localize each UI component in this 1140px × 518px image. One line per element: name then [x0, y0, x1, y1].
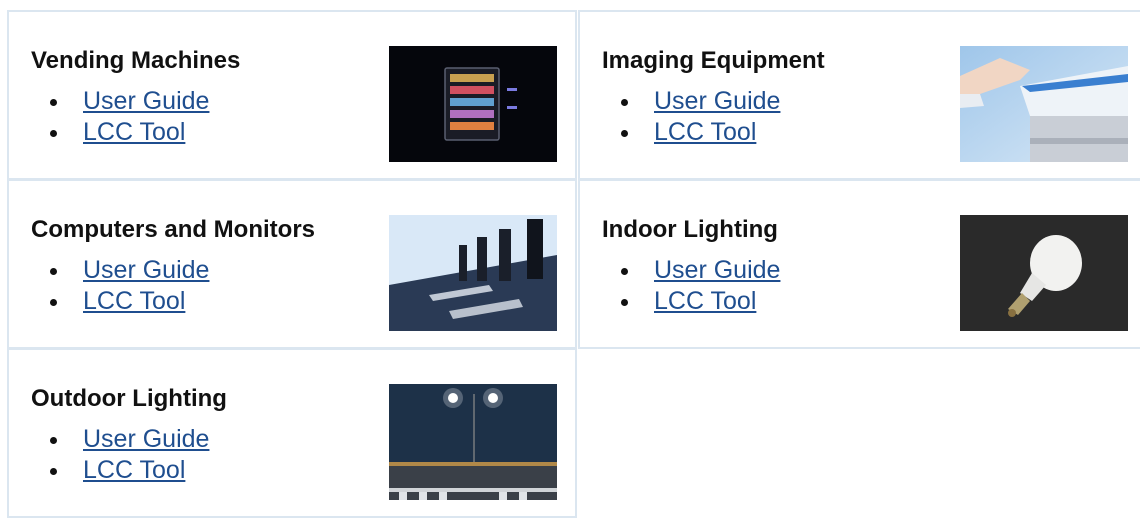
list-item: User Guide: [602, 255, 780, 286]
product-card-computers-and-monitors: Computers and Monitors User Guide LCC To…: [7, 179, 577, 349]
lcc-tool-link[interactable]: LCC Tool: [83, 118, 185, 146]
user-guide-link[interactable]: User Guide: [83, 256, 209, 284]
list-item: User Guide: [31, 424, 209, 455]
list-item: LCC Tool: [602, 117, 780, 148]
user-guide-link[interactable]: User Guide: [654, 256, 780, 284]
card-title: Computers and Monitors: [31, 216, 316, 243]
list-item: LCC Tool: [602, 286, 780, 317]
card-link-list: User Guide LCC Tool: [31, 86, 209, 148]
list-item: LCC Tool: [31, 286, 209, 317]
product-card-outdoor-lighting: Outdoor Lighting User Guide LCC Tool: [7, 348, 577, 518]
light-bulb-photo: [960, 215, 1128, 331]
computers-photo: [389, 215, 557, 331]
user-guide-link[interactable]: User Guide: [654, 87, 780, 115]
lcc-tool-link[interactable]: LCC Tool: [83, 287, 185, 315]
list-item: LCC Tool: [31, 117, 209, 148]
product-card-imaging-equipment: Imaging Equipment User Guide LCC Tool: [578, 10, 1140, 180]
card-title: Outdoor Lighting: [31, 385, 227, 412]
lcc-tool-link[interactable]: LCC Tool: [654, 287, 756, 315]
product-card-vending-machines: Vending Machines User Guide LCC Tool: [7, 10, 577, 180]
vending-machine-photo: [389, 46, 557, 162]
card-link-list: User Guide LCC Tool: [31, 255, 209, 317]
card-link-list: User Guide LCC Tool: [602, 86, 780, 148]
list-item: LCC Tool: [31, 455, 209, 486]
copier-photo: [960, 46, 1128, 162]
list-item: User Guide: [31, 86, 209, 117]
card-title: Indoor Lighting: [602, 216, 778, 243]
list-item: User Guide: [31, 255, 209, 286]
product-card-indoor-lighting: Indoor Lighting User Guide LCC Tool: [578, 179, 1140, 349]
card-link-list: User Guide LCC Tool: [602, 255, 780, 317]
lcc-tool-link[interactable]: LCC Tool: [83, 456, 185, 484]
lcc-tool-link[interactable]: LCC Tool: [654, 118, 756, 146]
card-title: Imaging Equipment: [602, 47, 825, 74]
street-lights-photo: [389, 384, 557, 500]
card-title: Vending Machines: [31, 47, 241, 74]
user-guide-link[interactable]: User Guide: [83, 425, 209, 453]
user-guide-link[interactable]: User Guide: [83, 87, 209, 115]
list-item: User Guide: [602, 86, 780, 117]
card-link-list: User Guide LCC Tool: [31, 424, 209, 486]
